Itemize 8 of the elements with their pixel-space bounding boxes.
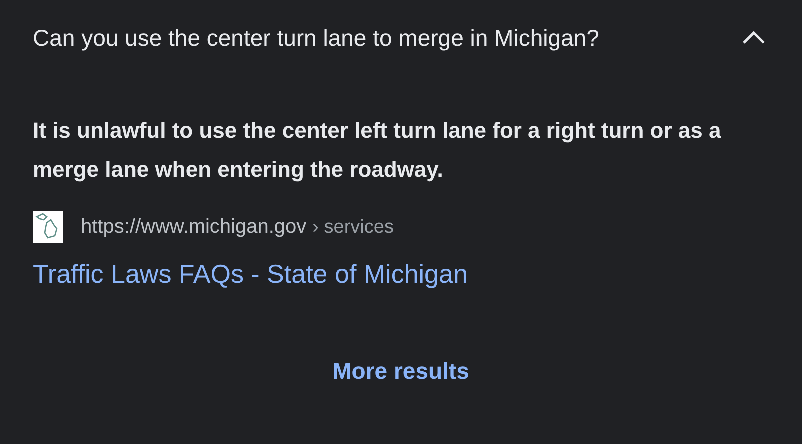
chevron-icon[interactable] [741, 30, 767, 46]
map-icon [33, 211, 63, 243]
answer-text: It is unlawful to use the center left turn lane for a right turn or as a merge lane when entering the roadway. [33, 117, 722, 184]
result-url: https://www.michigan.gov [81, 214, 307, 240]
breadcrumb-text: › services [312, 216, 394, 240]
more-results-button[interactable]: More results [332, 354, 470, 388]
result-title-link[interactable]: Traffic Laws FAQs - State of Michigan [33, 255, 769, 294]
question-text: Can you use the center turn lane to merge in Michigan? [33, 24, 600, 53]
